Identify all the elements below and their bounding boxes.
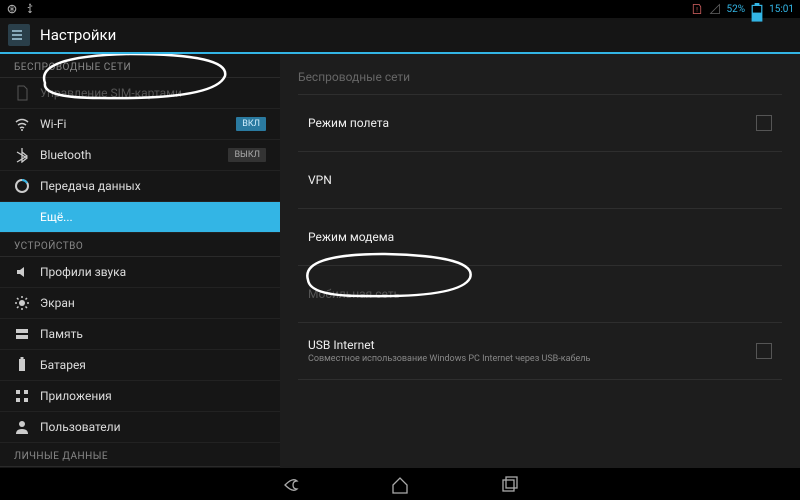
sidebar-item-label: Ещё... xyxy=(40,210,266,224)
page-title: Настройки xyxy=(40,26,116,44)
sound-icon xyxy=(14,264,30,280)
sidebar-item-label: Память xyxy=(40,327,266,341)
settings-sidebar: БЕСПРОВОДНЫЕ СЕТИ Управление SIM-картами… xyxy=(0,54,280,468)
display-icon xyxy=(14,295,30,311)
setting-label: Режим полета xyxy=(308,116,756,130)
content-header: Беспроводные сети xyxy=(298,64,782,95)
setting-usb-internet[interactable]: USB Internet Совместное использование Wi… xyxy=(298,323,782,380)
signal-icon xyxy=(709,3,721,15)
battery-percent: 52% xyxy=(727,4,746,15)
sidebar-item-display[interactable]: Экран xyxy=(0,288,280,319)
sidebar-item-users[interactable]: Пользователи xyxy=(0,412,280,443)
recents-button[interactable] xyxy=(500,475,520,495)
usb-internet-checkbox[interactable] xyxy=(756,343,772,359)
sidebar-item-apps[interactable]: Приложения xyxy=(0,381,280,412)
settings-content: Беспроводные сети Режим полета VPN Режим… xyxy=(280,54,800,468)
section-header-device: УСТРОЙСТВО xyxy=(0,233,280,257)
setting-vpn[interactable]: VPN xyxy=(298,152,782,209)
setting-label: USB Internet xyxy=(308,338,756,352)
action-bar: Настройки xyxy=(0,18,800,54)
bluetooth-icon xyxy=(14,147,30,163)
setting-label: VPN xyxy=(308,173,772,187)
wifi-toggle[interactable]: ВКЛ xyxy=(236,117,266,131)
navigation-bar xyxy=(0,468,800,500)
svg-text:!: ! xyxy=(696,6,698,13)
sidebar-item-label: Передача данных xyxy=(40,179,266,193)
status-bar: ! 52% 15:01 xyxy=(0,0,800,18)
data-usage-icon xyxy=(14,178,30,194)
sidebar-item-label: Пользователи xyxy=(40,420,266,434)
sidebar-item-label: Батарея xyxy=(40,358,266,372)
sidebar-item-sim: Управление SIM-картами xyxy=(0,78,280,109)
sidebar-item-wifi[interactable]: Wi-Fi ВКЛ xyxy=(0,109,280,140)
usb-icon xyxy=(24,3,36,15)
sidebar-item-label: Управление SIM-картами xyxy=(40,86,266,100)
battery-item-icon xyxy=(14,357,30,373)
sidebar-item-label: Экран xyxy=(40,296,266,310)
sidebar-item-data-usage[interactable]: Передача данных xyxy=(0,171,280,202)
setting-subtitle: Совместное использование Windows PC Inte… xyxy=(308,354,756,364)
sidebar-item-label: Профили звука xyxy=(40,265,266,279)
settings-app-icon[interactable] xyxy=(8,24,30,46)
sidebar-item-label: Bluetooth xyxy=(40,148,218,162)
sidebar-item-label: Приложения xyxy=(40,389,266,403)
sim-icon xyxy=(14,85,30,101)
battery-icon xyxy=(751,3,763,15)
setting-mobile-network: Мобильная сеть xyxy=(298,266,782,323)
sidebar-item-storage[interactable]: Память xyxy=(0,319,280,350)
section-header-wireless: БЕСПРОВОДНЫЕ СЕТИ xyxy=(0,54,280,78)
setting-label: Мобильная сеть xyxy=(308,287,772,301)
back-button[interactable] xyxy=(280,475,300,495)
sidebar-item-sound[interactable]: Профили звука xyxy=(0,257,280,288)
blank-icon xyxy=(14,209,30,225)
setting-tethering[interactable]: Режим модема xyxy=(298,209,782,266)
sidebar-item-more[interactable]: Ещё... xyxy=(0,202,280,233)
airplane-checkbox[interactable] xyxy=(756,115,772,131)
setting-label: Режим модема xyxy=(308,230,772,244)
usb-debug-icon xyxy=(6,3,18,15)
wifi-icon xyxy=(14,116,30,132)
home-button[interactable] xyxy=(390,475,410,495)
sidebar-item-label: Wi-Fi xyxy=(40,117,226,131)
clock: 15:01 xyxy=(769,4,794,15)
sidebar-item-bluetooth[interactable]: Bluetooth ВЫКЛ xyxy=(0,140,280,171)
section-header-personal: ЛИЧНЫЕ ДАННЫЕ xyxy=(0,443,280,467)
storage-icon xyxy=(14,326,30,342)
bluetooth-toggle[interactable]: ВЫКЛ xyxy=(228,148,266,162)
sidebar-item-battery[interactable]: Батарея xyxy=(0,350,280,381)
setting-airplane-mode[interactable]: Режим полета xyxy=(298,95,782,152)
users-icon xyxy=(14,419,30,435)
apps-icon xyxy=(14,388,30,404)
sd-alert-icon: ! xyxy=(691,3,703,15)
